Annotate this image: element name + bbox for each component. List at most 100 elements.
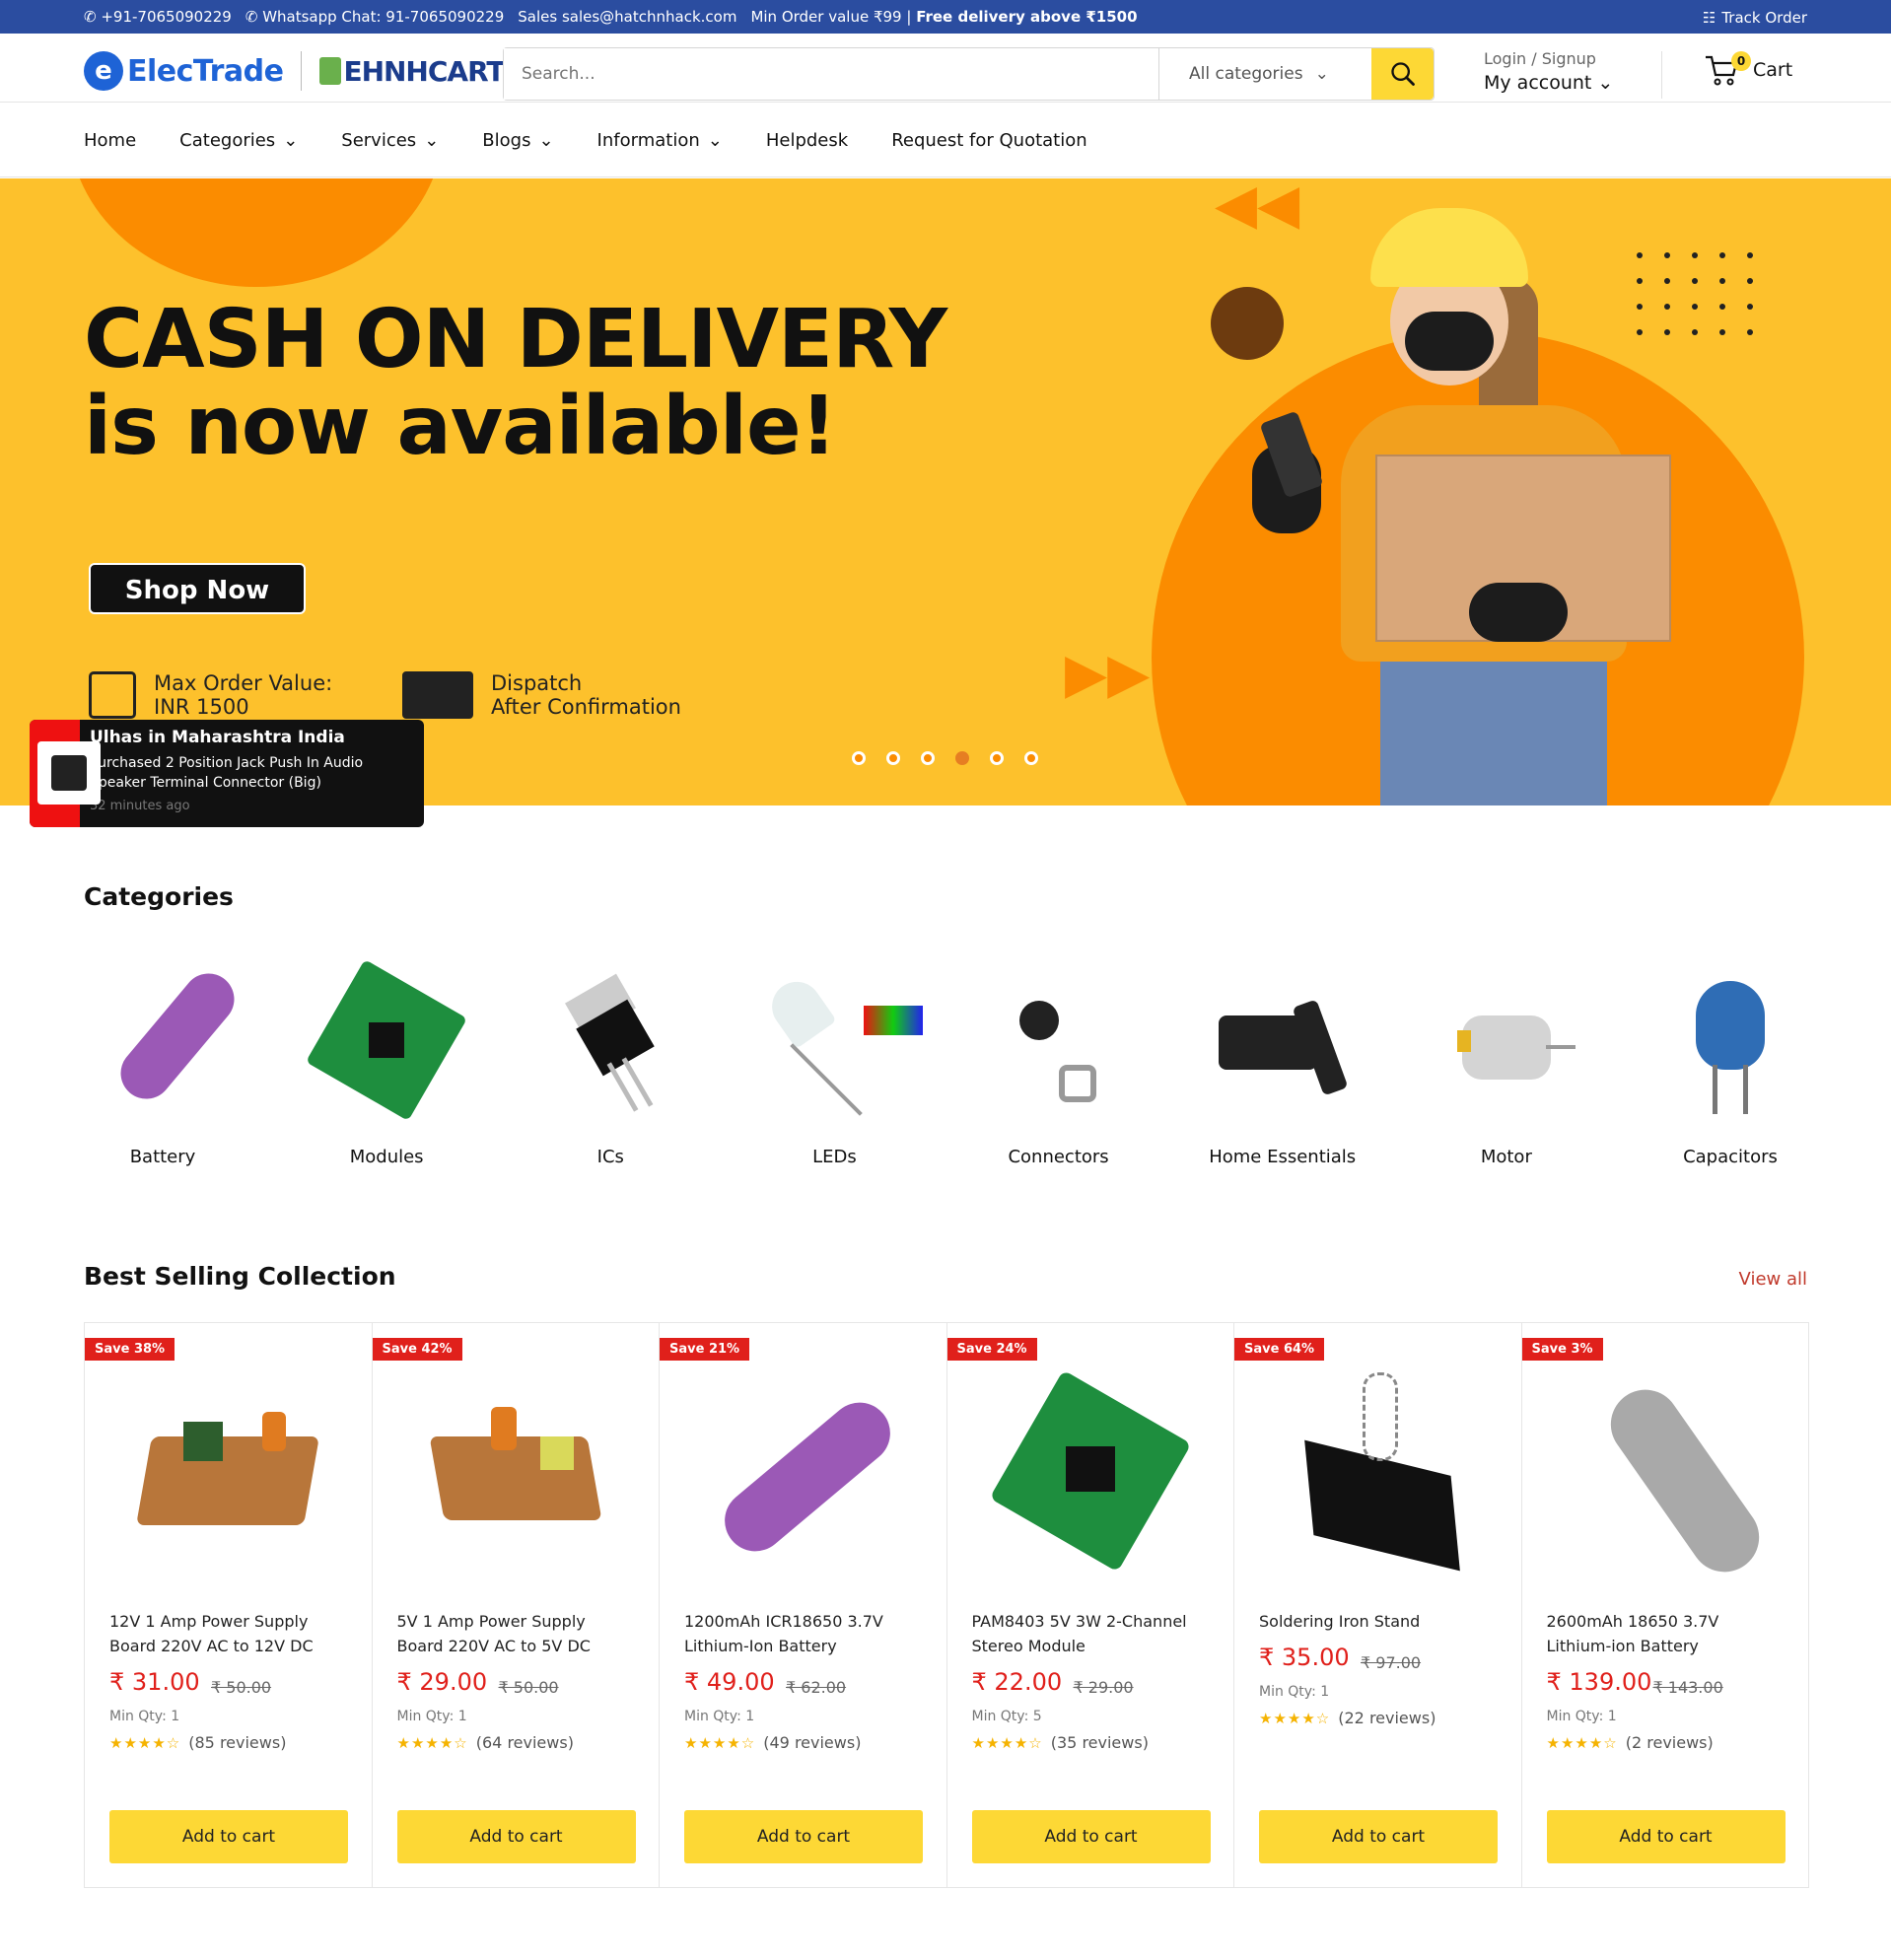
track-order-label: Track Order [1721, 9, 1807, 27]
product-grid: Save 38% 12V 1 Amp Power Supply Board 22… [84, 1322, 1809, 1888]
feature-value: After Confirmation [491, 695, 681, 719]
nav-rfq[interactable]: Request for Quotation [891, 130, 1086, 151]
product-card[interactable]: Save 3% 2600mAh 18650 3.7V Lithium-ion B… [1521, 1323, 1809, 1887]
view-all-link[interactable]: View all [1739, 1269, 1807, 1290]
product-old-price: ₹ 29.00 [1073, 1678, 1134, 1697]
product-title[interactable]: PAM8403 5V 3W 2-Channel Stereo Module [972, 1609, 1209, 1658]
product-card[interactable]: Save 21% 1200mAh ICR18650 3.7V Lithium-I… [660, 1323, 947, 1887]
product-image[interactable] [987, 1367, 1194, 1575]
product-price: ₹ 49.00 [684, 1668, 775, 1696]
nav-information-label: Information [596, 129, 700, 151]
shopping-bag-logo-icon [319, 57, 342, 85]
login-signup-link[interactable]: Login / Signup [1484, 49, 1613, 68]
search-input[interactable] [504, 48, 1158, 100]
cart-count-badge: 0 [1731, 51, 1751, 71]
star-rating-icon: ★★★★☆ [396, 1733, 468, 1752]
save-badge: Save 21% [660, 1338, 750, 1361]
electrade-logo-icon: e [84, 51, 123, 91]
box-icon [89, 671, 136, 719]
product-title[interactable]: 2600mAh 18650 3.7V Lithium-ion Battery [1547, 1609, 1784, 1658]
category-select[interactable]: All categories ⌄ [1158, 48, 1371, 100]
category-select-value: All categories [1189, 64, 1303, 84]
product-price: ₹ 29.00 [396, 1668, 488, 1696]
nav-home[interactable]: Home [84, 130, 136, 151]
phone-number: +91-7065090229 [101, 8, 232, 26]
product-title[interactable]: 1200mAh ICR18650 3.7V Lithium-Ion Batter… [684, 1609, 921, 1658]
sales-email[interactable]: Sales sales@hatchnhack.com [518, 8, 736, 26]
nav-categories[interactable]: Categories ⌄ [179, 130, 298, 151]
nav-rfq-label: Request for Quotation [891, 129, 1087, 151]
product-price: ₹ 22.00 [971, 1668, 1063, 1696]
product-title[interactable]: Soldering Iron Stand [1259, 1609, 1496, 1634]
category-ics[interactable]: ICs [531, 961, 689, 1167]
add-to-cart-button[interactable]: Add to cart [1259, 1810, 1498, 1863]
category-label: Home Essentials [1209, 1147, 1357, 1167]
category-label: Capacitors [1683, 1147, 1778, 1167]
whatsapp-text: Whatsapp Chat: 91-7065090229 [262, 8, 505, 26]
carousel-dot[interactable] [852, 751, 866, 765]
product-price: ₹ 31.00 [109, 1668, 200, 1696]
carousel-dot-active[interactable] [955, 751, 969, 765]
add-to-cart-button[interactable]: Add to cart [396, 1810, 636, 1863]
phone-info[interactable]: ✆ +91-7065090229 [84, 8, 232, 26]
add-to-cart-button[interactable]: Add to cart [1546, 1810, 1786, 1863]
product-image[interactable] [124, 1367, 331, 1575]
carousel-dot[interactable] [990, 751, 1004, 765]
category-connectors[interactable]: Connectors [980, 961, 1138, 1167]
top-info-bar: ✆ +91-7065090229 ✆ Whatsapp Chat: 91-706… [0, 0, 1891, 34]
main-nav: Home Categories ⌄ Services ⌄ Blogs ⌄ Inform… [0, 104, 1891, 177]
category-leds[interactable]: LEDs [755, 961, 924, 1167]
product-title[interactable]: 12V 1 Amp Power Supply Board 220V AC to … [109, 1609, 346, 1658]
category-home-essentials[interactable]: Home Essentials [1204, 961, 1362, 1167]
category-capacitors[interactable]: Capacitors [1651, 961, 1809, 1167]
product-title[interactable]: 5V 1 Amp Power Supply Board 220V AC to 5… [397, 1609, 634, 1658]
category-modules[interactable]: Modules [306, 959, 468, 1167]
banner-headline: CASH ON DELIVERY is now available! [84, 297, 947, 470]
product-image[interactable] [412, 1367, 619, 1575]
carousel-dot[interactable] [886, 751, 900, 765]
recent-purchase-toast[interactable]: Ulhas in Maharashtra India Purchased 2 P… [30, 720, 424, 827]
review-count: (2 reviews) [1625, 1733, 1714, 1752]
delivery-person-image [1232, 198, 1745, 805]
tv-box-image [1204, 961, 1362, 1119]
hero-banner[interactable]: ◀◀ ▶▶ CASH ON DELIVERY is now available!… [0, 178, 1891, 805]
forward-arrows-icon: ▶▶ [1065, 642, 1151, 706]
product-card[interactable]: Save 42% 5V 1 Amp Power Supply Board 220… [372, 1323, 660, 1887]
add-to-cart-button[interactable]: Add to cart [684, 1810, 923, 1863]
cart-label: Cart [1753, 59, 1793, 81]
feature-title: Max Order Value: [154, 671, 333, 695]
product-card[interactable]: Save 38% 12V 1 Amp Power Supply Board 22… [85, 1323, 373, 1887]
feature-value: INR 1500 [154, 695, 249, 719]
nav-helpdesk[interactable]: Helpdesk [766, 130, 848, 151]
product-image[interactable] [699, 1367, 906, 1575]
category-battery[interactable]: Battery [84, 961, 245, 1167]
carousel-dot[interactable] [921, 751, 935, 765]
category-label: LEDs [812, 1147, 857, 1167]
category-motor[interactable]: Motor [1428, 961, 1585, 1167]
chevron-down-icon: ⌄ [1597, 72, 1614, 94]
product-image[interactable] [1562, 1367, 1773, 1586]
product-card[interactable]: Save 24% PAM8403 5V 3W 2-Channel Stereo … [946, 1323, 1234, 1887]
save-badge: Save 64% [1234, 1338, 1325, 1361]
product-card[interactable]: Save 64% Soldering Iron Stand ₹ 35.00 ₹ … [1234, 1323, 1522, 1887]
product-image[interactable] [1274, 1367, 1481, 1575]
account-menu[interactable]: Login / Signup My account ⌄ [1484, 49, 1613, 94]
carousel-dot[interactable] [1024, 751, 1038, 765]
product-old-price: ₹ 97.00 [1361, 1653, 1422, 1672]
cart-button[interactable]: 0 Cart [1704, 51, 1793, 87]
add-to-cart-button[interactable]: Add to cart [971, 1810, 1211, 1863]
nav-blogs[interactable]: Blogs ⌄ [482, 130, 553, 151]
site-logo[interactable]: e ElecTrade EHNHCART [84, 51, 506, 91]
star-rating-icon: ★★★★☆ [1546, 1733, 1618, 1752]
nav-services[interactable]: Services ⌄ [341, 130, 439, 151]
nav-information[interactable]: Information ⌄ [597, 130, 723, 151]
track-order-link[interactable]: ☷ Track Order [1703, 9, 1807, 27]
product-rating: ★★★★☆ (64 reviews) [397, 1733, 574, 1752]
shop-now-button[interactable]: Shop Now [89, 563, 306, 614]
star-rating-icon: ★★★★☆ [971, 1733, 1043, 1752]
review-count: (35 reviews) [1050, 1733, 1149, 1752]
add-to-cart-button[interactable]: Add to cart [109, 1810, 348, 1863]
search-button[interactable] [1371, 48, 1434, 100]
whatsapp-info[interactable]: ✆ Whatsapp Chat: 91-7065090229 [245, 8, 504, 26]
min-qty: Min Qty: 5 [971, 1709, 1042, 1724]
